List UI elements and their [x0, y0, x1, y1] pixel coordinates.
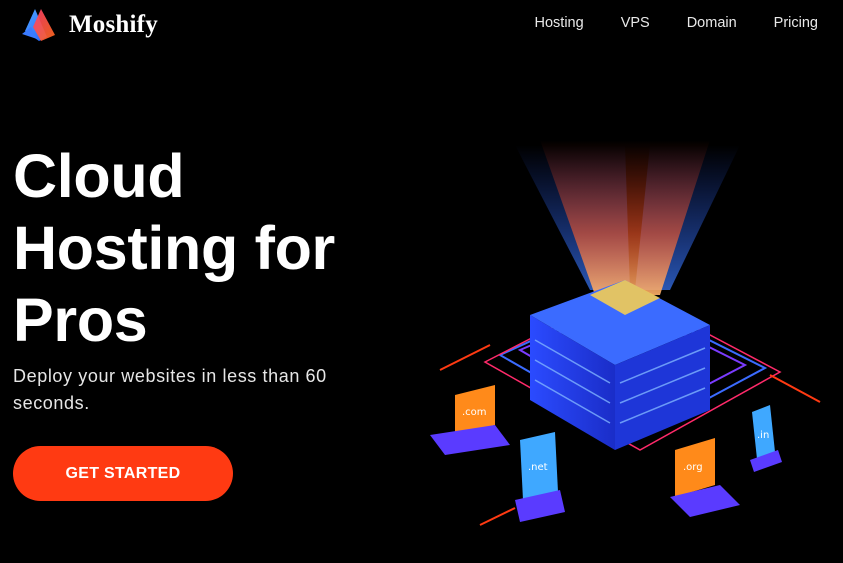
- headline-line-2: Hosting for: [13, 214, 335, 282]
- monitor-net: .net: [515, 432, 565, 522]
- moshify-logo-icon: [22, 9, 55, 41]
- nav-item-vps[interactable]: VPS: [621, 15, 650, 31]
- laptop-org: .org: [670, 438, 740, 517]
- tld-net: .net: [528, 462, 548, 473]
- tld-org: .org: [683, 462, 703, 473]
- light-beams: [515, 140, 740, 295]
- brand-name: Moshify: [69, 11, 158, 38]
- nav-item-pricing[interactable]: Pricing: [774, 15, 818, 31]
- nav-item-hosting[interactable]: Hosting: [535, 15, 584, 31]
- hero-subtitle: Deploy your websites in less than 60 sec…: [13, 366, 327, 413]
- tld-com: .com: [462, 407, 487, 418]
- server-stack: [530, 280, 710, 450]
- hero-headline: Cloud Hosting for Pros: [13, 140, 335, 356]
- tld-in: .in: [757, 430, 769, 441]
- brand-logo[interactable]: Moshify: [19, 7, 158, 43]
- headline-line-3: Pros: [13, 286, 148, 354]
- phone-in: .in: [750, 405, 782, 472]
- cloud-server-illustration: .com .net .org .in: [430, 140, 821, 526]
- get-started-button[interactable]: GET STARTED: [13, 446, 233, 501]
- main-nav: Hosting VPS Domain Pricing: [535, 15, 818, 31]
- nav-item-domain[interactable]: Domain: [687, 15, 737, 31]
- laptop-com: .com: [430, 385, 510, 455]
- headline-line-1: Cloud: [13, 142, 185, 210]
